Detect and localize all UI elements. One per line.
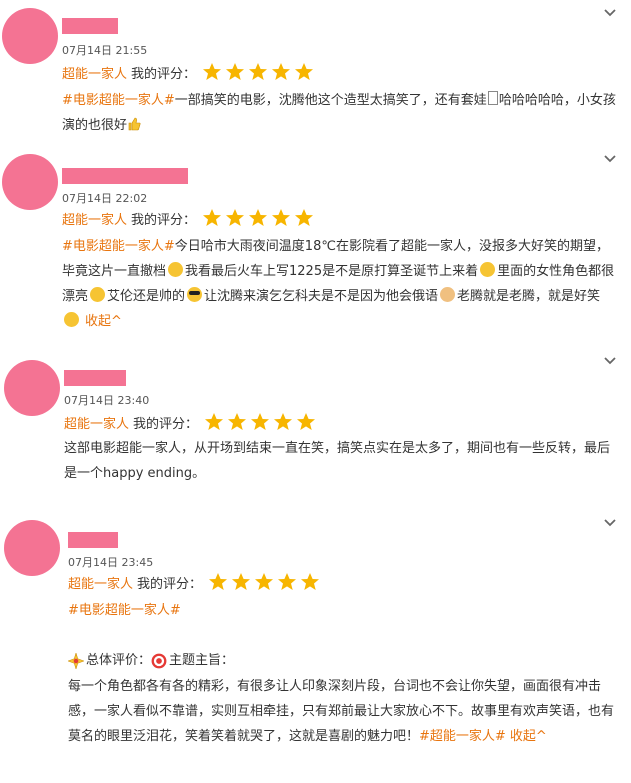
star-icon bbox=[203, 209, 222, 226]
avatar[interactable] bbox=[2, 8, 58, 64]
star-icon bbox=[226, 209, 245, 226]
star-icon bbox=[295, 63, 314, 80]
sparkle-icon bbox=[68, 652, 84, 669]
username[interactable] bbox=[62, 18, 118, 34]
review-card: 07月14日 23:45 超能一家人 我的评分： #电影超能一家人# 总体评价：… bbox=[0, 508, 631, 783]
star-icon bbox=[255, 573, 274, 590]
chevron-down-icon[interactable] bbox=[603, 6, 617, 20]
star-icon bbox=[295, 209, 314, 226]
movie-link[interactable]: 超能一家人 bbox=[62, 63, 127, 82]
star-icon bbox=[301, 573, 320, 590]
review-card: 07月14日 23:40 超能一家人 我的评分： 这部电影超能一家人，从开场到结… bbox=[0, 346, 631, 501]
star-icon bbox=[272, 209, 291, 226]
star-icon bbox=[228, 413, 247, 430]
chevron-down-icon[interactable] bbox=[603, 354, 617, 368]
collapse-link[interactable]: 收起^ bbox=[85, 314, 122, 329]
hashtag-link[interactable]: #电影超能一家人# bbox=[68, 603, 181, 618]
chevron-down-icon[interactable] bbox=[603, 152, 617, 166]
review-card: 07月14日 22:02 超能一家人 我的评分： #电影超能一家人#今日哈市大雨… bbox=[0, 146, 631, 346]
username[interactable] bbox=[64, 370, 126, 386]
star-icon bbox=[278, 573, 297, 590]
review-date: 07月14日 22:02 bbox=[62, 192, 148, 205]
rating-row: 超能一家人 我的评分： bbox=[62, 208, 317, 228]
star-icon bbox=[226, 63, 245, 80]
missing-glyph-icon bbox=[487, 91, 498, 105]
star-icon bbox=[205, 413, 224, 430]
laughing-emoji-icon bbox=[480, 262, 496, 277]
review-date: 07月14日 21:55 bbox=[62, 44, 148, 57]
rating-row: 超能一家人 我的评分： bbox=[64, 412, 319, 432]
review-text: #电影超能一家人#今日哈市大雨夜间温度18℃在影院看了超能一家人，没报多大好笑的… bbox=[62, 239, 615, 329]
hashtag-link[interactable]: #电影超能一家人# bbox=[62, 93, 175, 108]
rating-row: 超能一家人 我的评分： bbox=[62, 62, 317, 82]
movie-link[interactable]: 超能一家人 bbox=[64, 413, 129, 432]
hashtag-link[interactable]: #电影超能一家人# bbox=[62, 239, 175, 254]
laughing-emoji-icon bbox=[168, 262, 184, 277]
star-icon bbox=[272, 63, 291, 80]
star-icon bbox=[203, 63, 222, 80]
collapse-link[interactable]: 收起^ bbox=[510, 729, 547, 744]
sleepy-emoji-icon bbox=[90, 287, 106, 302]
sunglasses-emoji-icon bbox=[187, 287, 203, 302]
star-rating bbox=[202, 62, 317, 82]
laughing-emoji-icon bbox=[64, 312, 79, 327]
star-icon bbox=[232, 573, 251, 590]
chevron-down-icon[interactable] bbox=[603, 516, 617, 530]
rating-label: 我的评分： bbox=[131, 66, 197, 82]
star-icon bbox=[297, 413, 316, 430]
hashtag-link[interactable]: #超能一家人# bbox=[419, 729, 506, 744]
review-text: 这部电影超能一家人，从开场到结束一直在笑，搞笑点实在是太多了，期间也有一些反转，… bbox=[64, 441, 611, 481]
review-summary-heading: 总体评价： 主题主旨： bbox=[68, 648, 623, 673]
review-date: 07月14日 23:45 bbox=[68, 556, 154, 569]
avatar[interactable] bbox=[2, 154, 58, 210]
avatar[interactable] bbox=[4, 520, 60, 576]
rating-label: 我的评分： bbox=[133, 416, 199, 432]
username[interactable] bbox=[68, 532, 118, 548]
movie-link[interactable]: 超能一家人 bbox=[62, 209, 127, 228]
review-hashtag: #电影超能一家人# bbox=[68, 598, 623, 623]
star-rating bbox=[208, 572, 323, 592]
star-icon bbox=[249, 63, 268, 80]
doge-emoji-icon bbox=[440, 287, 456, 302]
username[interactable] bbox=[62, 168, 188, 184]
star-icon bbox=[209, 573, 228, 590]
rating-row: 超能一家人 我的评分： bbox=[68, 572, 323, 592]
thumbs-up-icon bbox=[128, 117, 141, 131]
avatar[interactable] bbox=[4, 360, 60, 416]
star-rating bbox=[204, 412, 319, 432]
target-icon bbox=[151, 653, 167, 668]
star-rating bbox=[202, 208, 317, 228]
review-text: #电影超能一家人#一部搞笑的电影，沈腾他这个造型太搞笑了，还有套娃 哈哈哈哈哈，小… bbox=[62, 91, 616, 133]
review-date: 07月14日 23:40 bbox=[64, 394, 150, 407]
star-icon bbox=[249, 209, 268, 226]
star-icon bbox=[251, 413, 270, 430]
rating-label: 我的评分： bbox=[137, 576, 203, 592]
review-card: 07月14日 21:55 超能一家人 我的评分： #电影超能一家人#一部搞笑的电… bbox=[0, 0, 631, 145]
review-text: 每一个角色都各有各的精彩，有很多让人印象深刻片段，台词也不会让你失望，画面很有冲… bbox=[68, 679, 615, 744]
rating-label: 我的评分： bbox=[131, 212, 197, 228]
movie-link[interactable]: 超能一家人 bbox=[68, 573, 133, 592]
star-icon bbox=[274, 413, 293, 430]
